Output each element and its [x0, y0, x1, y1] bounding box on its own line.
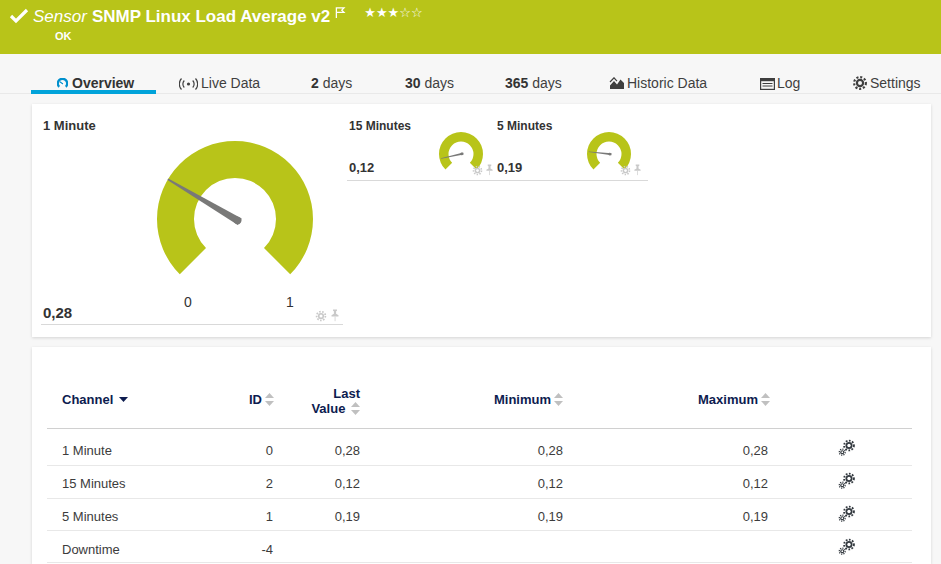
tab-2-days[interactable]: 2 days [311, 75, 352, 91]
cell-last-value: 0,12 [270, 476, 360, 491]
cell-minimum: 0,12 [473, 476, 563, 491]
tab-live-data[interactable]: Live Data [201, 75, 260, 91]
sensor-page: Sensor SNMP Linux Load Average v2 ★★★☆☆ … [0, 0, 941, 564]
settings-gear-icon [853, 76, 867, 90]
gauge-1min-value: 0,28 [43, 304, 72, 321]
cell-id: -4 [183, 542, 273, 557]
col-header-id[interactable]: ID [184, 392, 274, 407]
channel-settings-icon[interactable] [838, 505, 856, 523]
gauge-1min-gear-icon[interactable] [315, 310, 327, 322]
channel-settings-icon[interactable] [838, 439, 856, 457]
sort-icon [554, 393, 563, 406]
flag-icon[interactable] [335, 7, 346, 19]
table-row-divider [47, 465, 912, 466]
cell-maximum: 0,12 [678, 476, 768, 491]
gauge-15min-gear-icon[interactable] [472, 165, 483, 176]
priority-stars[interactable]: ★★★☆☆ [364, 6, 422, 20]
cell-channel: 5 Minutes [62, 509, 118, 524]
tab-settings[interactable]: Settings [870, 75, 921, 91]
cell-last-value: 0,19 [270, 509, 360, 524]
cell-minimum: 0,19 [473, 509, 563, 524]
gauge-15min-value: 0,12 [349, 160, 374, 175]
cell-maximum: 0,28 [678, 443, 768, 458]
gauge-1min-title: 1 Minute [43, 118, 96, 133]
table-row-divider [47, 562, 912, 563]
cell-channel: 1 Minute [62, 443, 112, 458]
table-row-divider [47, 498, 912, 499]
gauge-5min-divider [495, 180, 648, 181]
gauge-1min-tick-min: 0 [181, 294, 195, 310]
cell-channel: 15 Minutes [62, 476, 126, 491]
col-header-minimum[interactable]: Minimum [473, 392, 563, 407]
gauge-15min-title: 15 Minutes [349, 119, 411, 133]
tab-historic-data[interactable]: Historic Data [627, 75, 707, 91]
gauges-panel: 1 Minute 0 1 0,28 15 Minutes [32, 104, 931, 337]
cell-maximum: 0,19 [678, 509, 768, 524]
cell-id: 0 [183, 443, 273, 458]
gauge-1min-tick-max: 1 [283, 294, 297, 310]
historic-data-icon [609, 77, 625, 90]
channel-settings-icon[interactable] [838, 538, 856, 556]
sensor-kind-label: Sensor [33, 7, 87, 27]
sensor-header: Sensor SNMP Linux Load Average v2 ★★★☆☆ … [0, 0, 941, 54]
gauge-1min-chart [150, 134, 320, 304]
tab-30-days[interactable]: 30 days [405, 75, 454, 91]
cell-last-value: 0,28 [270, 443, 360, 458]
gauge-15min-pin-icon[interactable] [485, 164, 494, 176]
sort-desc-icon [119, 397, 128, 402]
gauge-1min-pin-icon[interactable] [330, 309, 340, 322]
status-check-icon [9, 8, 29, 24]
cell-channel: Downtime [62, 542, 120, 557]
gauge-5min-gear-icon[interactable] [620, 165, 631, 176]
gauge-5min-title: 5 Minutes [497, 119, 552, 133]
cell-id: 2 [183, 476, 273, 491]
gauge-15min-divider [347, 180, 496, 181]
gauge-5min-pin-icon[interactable] [633, 164, 642, 176]
live-data-icon [179, 78, 198, 90]
gauge-5min-value: 0,19 [497, 160, 522, 175]
table-row-divider [47, 530, 912, 531]
table-header-divider [47, 428, 912, 429]
sensor-title: SNMP Linux Load Average v2 [92, 7, 330, 27]
tab-365-days[interactable]: 365 days [505, 75, 562, 91]
channels-panel: Channel ID Last Value Minimum Maximum 1 … [32, 347, 931, 564]
col-header-maximum[interactable]: Maximum [680, 392, 770, 407]
channel-settings-icon[interactable] [838, 472, 856, 490]
tab-log[interactable]: Log [777, 75, 800, 91]
tab-bar: Overview Live Data 2 days 30 days 365 da… [0, 54, 941, 94]
cell-minimum: 0,28 [473, 443, 563, 458]
sort-icon [761, 393, 770, 406]
col-header-last-value[interactable]: Last Value [270, 386, 360, 416]
log-icon [760, 78, 775, 90]
sort-icon [351, 402, 360, 415]
active-tab-underline [31, 90, 156, 94]
sensor-status-badge: OK [55, 30, 72, 42]
col-header-channel[interactable]: Channel [62, 392, 128, 407]
gauge-1min-divider [41, 324, 343, 325]
tab-overview[interactable]: Overview [72, 75, 134, 91]
gauge-icon [57, 78, 68, 89]
cell-id: 1 [183, 509, 273, 524]
